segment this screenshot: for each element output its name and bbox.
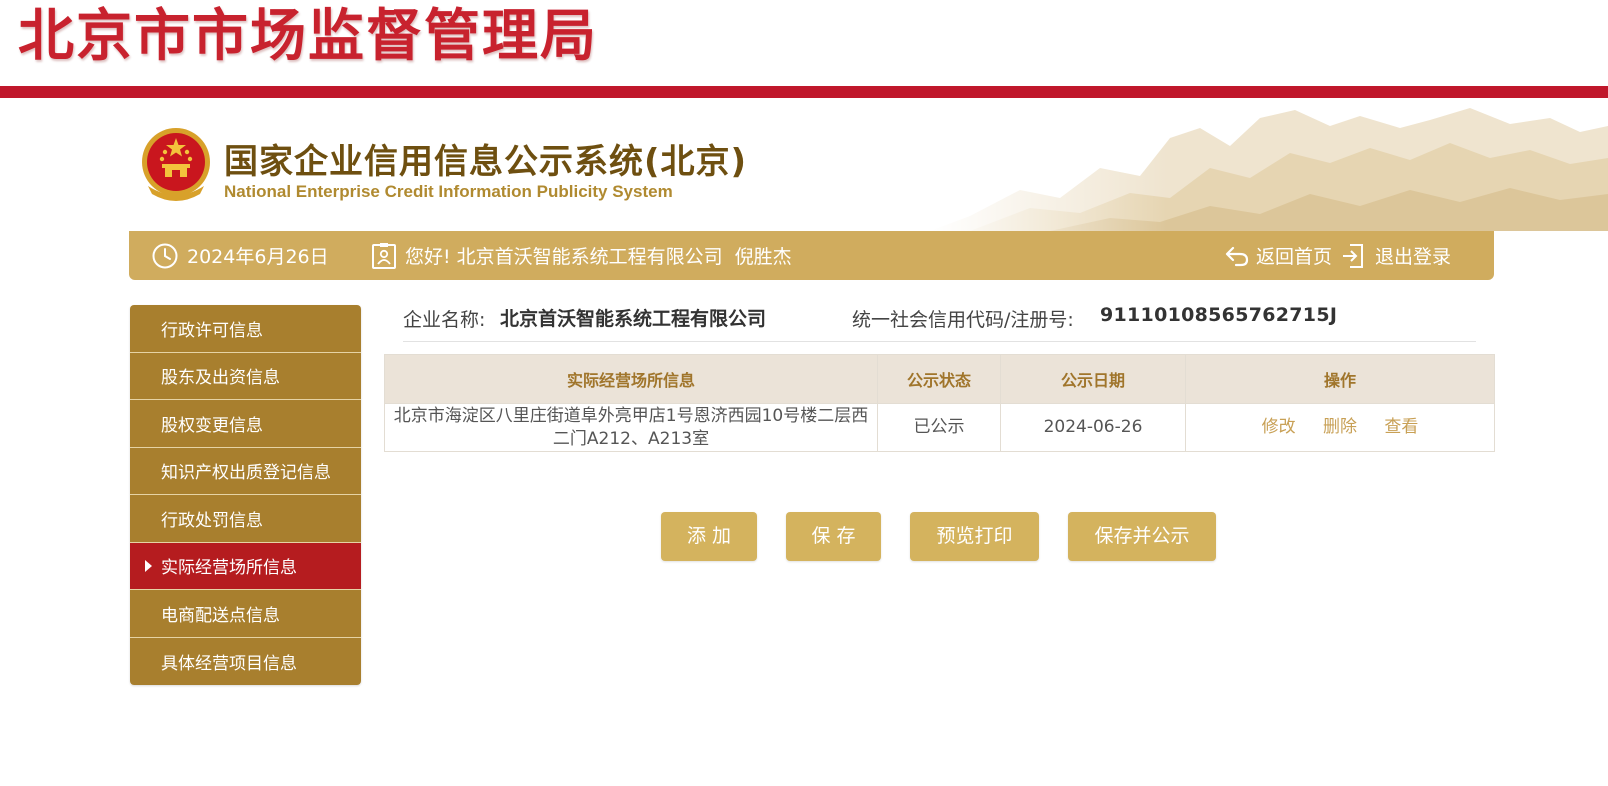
premises-table: 实际经营场所信息 公示状态 公示日期 操作 北京市海淀区八里庄街道阜外亮甲店1号…: [384, 354, 1495, 452]
user-greeting: 您好! 北京首沃智能系统工程有限公司 倪胜杰: [371, 231, 792, 280]
sidebar-item-business-items[interactable]: 具体经营项目信息: [130, 637, 361, 685]
user-info-bar: 2024年6月26日 您好! 北京首沃智能系统工程有限公司 倪胜杰 返回首页 退…: [129, 231, 1494, 280]
delete-link[interactable]: 删除: [1323, 417, 1357, 437]
sidebar-item-administrative-penalty[interactable]: 行政处罚信息: [130, 495, 361, 543]
date-display: 2024年6月26日: [151, 231, 329, 280]
save-publish-button[interactable]: 保存并公示: [1068, 512, 1216, 561]
sidebar-item-label: 股东及出资信息: [161, 368, 280, 389]
sidebar-item-label: 知识产权出质登记信息: [161, 463, 331, 484]
sidebar-item-business-premises[interactable]: 实际经营场所信息: [130, 542, 361, 590]
home-label[interactable]: 返回首页: [1256, 242, 1332, 269]
cell-status: 已公示: [877, 403, 1001, 452]
column-header-date: 公示日期: [1000, 354, 1186, 404]
sidebar-nav: 行政许可信息 股东及出资信息 股权变更信息 知识产权出质登记信息 行政处罚信息 …: [130, 305, 361, 685]
user-name: 倪胜杰: [734, 246, 792, 268]
logout-icon: [1343, 243, 1363, 268]
sidebar-item-label: 股权变更信息: [161, 415, 263, 436]
cell-date: 2024-06-26: [1000, 403, 1186, 452]
sidebar-item-administrative-license[interactable]: 行政许可信息: [130, 305, 361, 353]
bureau-header: 北京市市场监督管理局: [0, 0, 1608, 86]
add-button[interactable]: 添加: [661, 512, 757, 561]
back-arrow-icon: [1225, 246, 1249, 266]
logout-link[interactable]: 退出登录: [1341, 231, 1451, 280]
sidebar-item-ip-pledge[interactable]: 知识产权出质登记信息: [130, 447, 361, 495]
mountain-landscape-image: [930, 98, 1608, 231]
table-header-row: 实际经营场所信息 公示状态 公示日期 操作: [384, 354, 1495, 404]
credit-code-label: 统一社会信用代码/注册号:: [852, 309, 1074, 331]
sidebar-item-label: 行政处罚信息: [161, 510, 263, 531]
preview-print-button[interactable]: 预览打印: [910, 512, 1039, 561]
national-emblem-icon: [142, 128, 210, 201]
clock-icon: [152, 243, 178, 268]
sidebar-item-ecommerce-delivery[interactable]: 电商配送点信息: [130, 590, 361, 638]
sidebar-item-label: 实际经营场所信息: [161, 558, 297, 579]
company-name-value: 北京首沃智能系统工程有限公司: [500, 308, 767, 330]
company-name-label: 企业名称:: [403, 309, 486, 331]
system-header: 国家企业信用信息公示系统(北京) National Enterprise Cre…: [0, 98, 1608, 231]
cell-address: 北京市海淀区八里庄街道阜外亮甲店1号恩济西园10号楼二层西二门A212、A213…: [384, 403, 878, 452]
system-title: 国家企业信用信息公示系统(北京): [224, 142, 748, 182]
credit-code-value: 91110108565762715J: [1100, 304, 1338, 326]
view-link[interactable]: 查看: [1384, 417, 1418, 437]
current-date: 2024年6月26日: [187, 246, 329, 268]
user-badge-icon: [372, 242, 396, 269]
cell-actions: 修改 删除 查看: [1185, 403, 1495, 452]
user-company: 北京首沃智能系统工程有限公司: [456, 246, 723, 268]
column-header-status: 公示状态: [877, 354, 1001, 404]
save-button[interactable]: 保存: [786, 512, 881, 561]
table-row: 北京市海淀区八里庄街道阜外亮甲店1号恩济西园10号楼二层西二门A212、A213…: [384, 403, 1495, 452]
sidebar-item-shareholders[interactable]: 股东及出资信息: [130, 352, 361, 400]
bureau-title: 北京市市场监督管理局: [18, 4, 598, 69]
sidebar-item-label: 电商配送点信息: [161, 605, 280, 626]
sidebar-item-equity-change[interactable]: 股权变更信息: [130, 400, 361, 448]
header-divider: [0, 86, 1608, 98]
sidebar-item-label: 具体经营项目信息: [161, 653, 297, 674]
home-link[interactable]: 返回首页: [1224, 231, 1332, 280]
column-header-actions: 操作: [1185, 354, 1495, 404]
column-header-address: 实际经营场所信息: [384, 354, 878, 404]
company-info-row: 企业名称: 北京首沃智能系统工程有限公司 统一社会信用代码/注册号: 91110…: [403, 302, 1476, 342]
caret-right-icon: [145, 559, 152, 572]
system-subtitle: National Enterprise Credit Information P…: [224, 182, 673, 201]
greeting-text: 您好!: [405, 246, 451, 268]
sidebar-item-label: 行政许可信息: [161, 320, 263, 341]
logout-label[interactable]: 退出登录: [1375, 242, 1451, 269]
edit-link[interactable]: 修改: [1262, 417, 1296, 437]
